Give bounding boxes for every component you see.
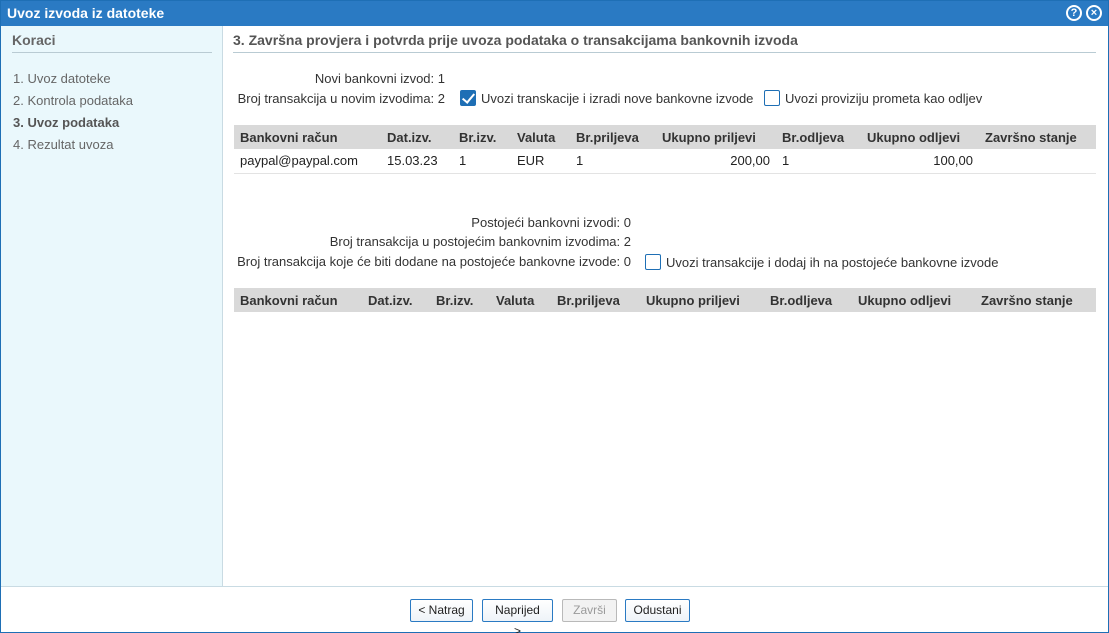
col-inflow-count[interactable]: Br.priljeva — [570, 125, 656, 149]
cell-statement-date: 15.03.23 — [381, 149, 453, 174]
close-icon[interactable]: × — [1086, 5, 1102, 21]
step-import-result: 4. Rezultat uvoza — [13, 137, 114, 152]
divider — [12, 52, 212, 53]
existing-statements-table: Bankovni račun Dat.izv. Br.izv. Valuta B… — [234, 288, 1096, 312]
checkbox-unchecked-icon[interactable] — [764, 90, 780, 106]
import-commission-label: Uvozi proviziju prometa kao odljev — [785, 90, 983, 106]
import-new-checkbox[interactable]: Uvozi transkacije i izradi nove bankovne… — [460, 90, 753, 106]
step-upload-file: 1. Uvoz datoteke — [13, 71, 111, 86]
col-closing-balance[interactable]: Završno stanje — [979, 125, 1096, 149]
next-button[interactable]: Naprijed > — [482, 599, 553, 633]
cell-total-inflows: 200,00 — [656, 149, 776, 174]
import-dialog: Uvoz izvoda iz datoteke ? × Koraci 1. Uv… — [0, 0, 1109, 633]
divider — [233, 52, 1096, 53]
col-total-inflows[interactable]: Ukupno priljevi — [656, 125, 776, 149]
import-existing-checkbox[interactable]: Uvozi transakcije i dodaj ih na postojeć… — [645, 254, 998, 270]
dialog-title: Uvoz izvoda iz datoteke — [7, 5, 165, 21]
cell-statement-number: 1 — [453, 149, 511, 174]
cell-bank-account: paypal@paypal.com — [234, 149, 381, 174]
step-data-import: 3. Uvoz podataka — [13, 115, 120, 130]
title-bar: Uvoz izvoda iz datoteke ? × — [1, 1, 1108, 26]
col-statement-number[interactable]: Br.izv. — [430, 288, 490, 312]
finish-button: Završi — [562, 599, 617, 622]
col-outflow-count[interactable]: Br.odljeva — [764, 288, 852, 312]
col-total-outflows[interactable]: Ukupno odljevi — [861, 125, 979, 149]
help-icon[interactable]: ? — [1066, 5, 1082, 21]
cell-inflow-count: 1 — [570, 149, 656, 174]
import-existing-label: Uvozi transakcije i dodaj ih na postojeć… — [666, 254, 999, 270]
col-bank-account[interactable]: Bankovni račun — [234, 125, 381, 149]
existing-transactions-count: Broj transakcija u postojećim bankovnim … — [329, 234, 631, 249]
cell-currency: EUR — [511, 149, 570, 174]
table-header-row: Bankovni račun Dat.izv. Br.izv. Valuta B… — [234, 125, 1096, 149]
new-statements-count: Novi bankovni izvod: 1 — [314, 71, 445, 86]
cell-outflow-count: 1 — [776, 149, 861, 174]
checkbox-unchecked-icon[interactable] — [645, 254, 661, 270]
cell-closing-balance — [979, 149, 1096, 174]
new-transactions-count: Broj transakcija u novim izvodima: 2 — [237, 91, 445, 106]
added-transactions-count: Broj transakcija koje će biti dodane na … — [237, 254, 631, 269]
table-row[interactable]: paypal@paypal.com 15.03.23 1 EUR 1 200,0… — [234, 149, 1096, 174]
col-bank-account[interactable]: Bankovni račun — [234, 288, 362, 312]
cancel-button[interactable]: Odustani — [625, 599, 690, 622]
col-outflow-count[interactable]: Br.odljeva — [776, 125, 861, 149]
steps-sidebar: Koraci 1. Uvoz datoteke 2. Kontrola poda… — [1, 26, 223, 586]
col-inflow-count[interactable]: Br.priljeva — [551, 288, 640, 312]
col-total-outflows[interactable]: Ukupno odljevi — [852, 288, 975, 312]
col-statement-number[interactable]: Br.izv. — [453, 125, 511, 149]
checkbox-checked-icon[interactable] — [460, 90, 476, 106]
steps-heading: Koraci — [12, 32, 56, 48]
col-total-inflows[interactable]: Ukupno priljevi — [640, 288, 764, 312]
col-closing-balance[interactable]: Završno stanje — [975, 288, 1096, 312]
dialog-footer: < Natrag Naprijed > Završi Odustani — [1, 586, 1108, 633]
col-statement-date[interactable]: Dat.izv. — [381, 125, 453, 149]
col-currency[interactable]: Valuta — [511, 125, 570, 149]
import-commission-checkbox[interactable]: Uvozi proviziju prometa kao odljev — [764, 90, 982, 106]
col-statement-date[interactable]: Dat.izv. — [362, 288, 430, 312]
cell-total-outflows: 100,00 — [861, 149, 979, 174]
page-title: 3. Završna provjera i potvrda prije uvoz… — [233, 32, 798, 48]
main-panel: 3. Završna provjera i potvrda prije uvoz… — [224, 26, 1108, 586]
existing-statements-count: Postojeći bankovni izvodi: 0 — [471, 215, 631, 230]
step-data-check: 2. Kontrola podataka — [13, 93, 133, 108]
table-header-row: Bankovni račun Dat.izv. Br.izv. Valuta B… — [234, 288, 1096, 312]
import-new-label: Uvozi transkacije i izradi nove bankovne… — [481, 90, 754, 106]
new-statements-table: Bankovni račun Dat.izv. Br.izv. Valuta B… — [234, 125, 1096, 174]
col-currency[interactable]: Valuta — [490, 288, 551, 312]
back-button[interactable]: < Natrag — [410, 599, 473, 622]
